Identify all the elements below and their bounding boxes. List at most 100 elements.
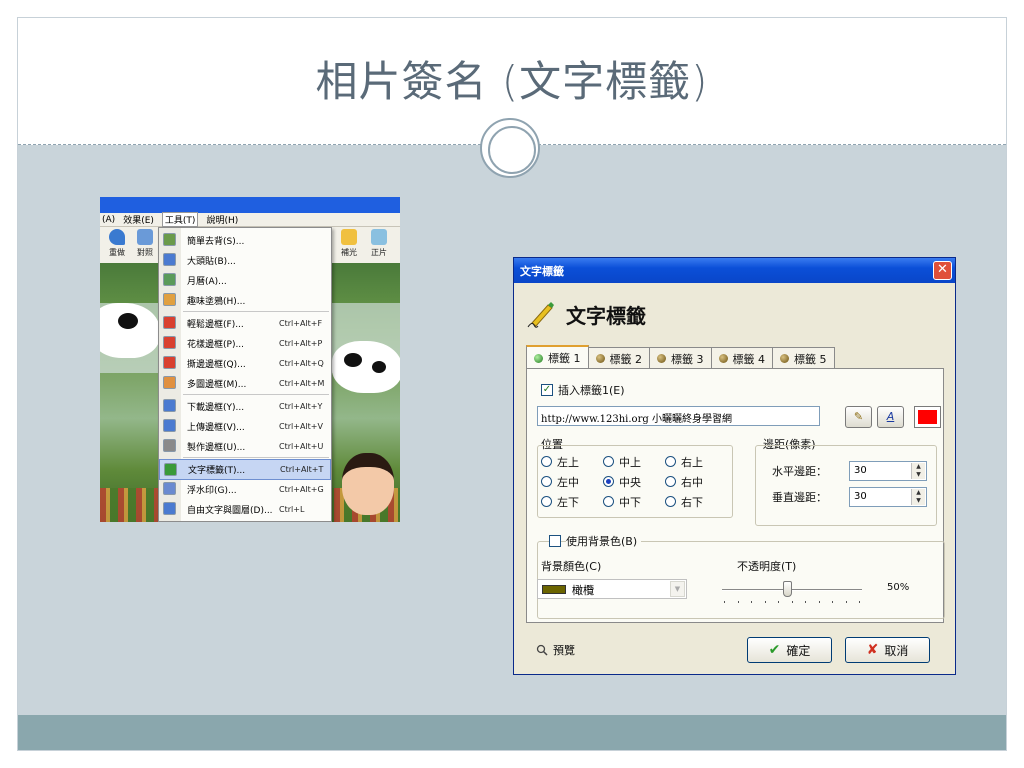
redo-button[interactable]: 重做 xyxy=(104,229,130,258)
font-button[interactable]: A xyxy=(877,406,904,428)
positive-film-button[interactable]: 正片 xyxy=(366,229,392,258)
dialog-window-title: 文字標籤 xyxy=(520,265,564,278)
tools-menu-item[interactable]: 自由文字與圖層(D)... Ctrl+L xyxy=(159,499,331,520)
tab-label-3[interactable]: 標籤 3 xyxy=(649,347,712,369)
menu-separator xyxy=(183,457,329,458)
tab-label-text: 標籤 3 xyxy=(671,352,704,366)
tab-label-4[interactable]: 標籤 4 xyxy=(710,347,773,369)
magnifier-icon xyxy=(536,644,548,656)
position-radio[interactable] xyxy=(665,496,676,507)
tab-dot-icon xyxy=(718,354,728,363)
position-radio-label: 左中 xyxy=(557,476,579,489)
dialog-titlebar: 文字標籤 ✕ xyxy=(514,258,955,283)
close-button[interactable]: ✕ xyxy=(933,261,952,280)
menu-item-effects[interactable]: 效果(E) xyxy=(123,213,154,226)
tab-label-5[interactable]: 標籤 5 xyxy=(772,347,835,369)
menu-item-label: 上傳邊框(V)... xyxy=(187,423,245,433)
tools-menu-item[interactable]: 多圖邊框(M)... Ctrl+Alt+M xyxy=(159,373,331,394)
tools-menu-item[interactable]: 下載邊框(Y)... Ctrl+Alt+Y xyxy=(159,396,331,417)
h-margin-spinner[interactable]: 30 ▲ ▼ xyxy=(849,461,927,481)
compare-button[interactable]: 對照 xyxy=(132,229,158,258)
compare-label: 對照 xyxy=(137,248,153,257)
text-color-button[interactable] xyxy=(914,406,941,428)
tools-menu-item[interactable]: 花樣邊框(P)... Ctrl+Alt+P xyxy=(159,333,331,354)
ok-button[interactable]: ✔ 確定 xyxy=(747,637,832,663)
menu-item-help[interactable]: 說明(H) xyxy=(206,213,238,226)
slide-title: 相片簽名 (文字標籤) xyxy=(315,57,709,106)
menu-screenshot: (A) 效果(E) 工具(T) 說明(H) 重做 對照 補光 正片 簡單去背(S… xyxy=(100,197,400,522)
menu-item-icon xyxy=(163,356,176,369)
tools-menu-item[interactable]: 大頭貼(B)... xyxy=(159,250,331,271)
label-text-input[interactable]: http://www.123hi.org 小曬曬終身學習網 xyxy=(537,406,820,426)
use-background-label: 使用背景色(B) xyxy=(566,533,642,549)
tab-label-2[interactable]: 標籤 2 xyxy=(587,347,650,369)
position-radio-label: 中央 xyxy=(619,476,641,489)
position-radio[interactable] xyxy=(603,496,614,507)
slider-tick xyxy=(805,601,806,603)
insert-label-text: 插入標籤1(E) xyxy=(558,384,625,397)
tools-menu-item[interactable]: 浮水印(G)... Ctrl+Alt+G xyxy=(159,479,331,500)
position-radio-label: 左下 xyxy=(557,496,579,509)
tools-menu-item[interactable]: 上傳邊框(V)... Ctrl+Alt+V xyxy=(159,416,331,437)
menu-item-icon xyxy=(164,463,177,476)
tools-menu-item[interactable]: 簡單去背(S)... xyxy=(159,230,331,251)
spinner-arrows-icon[interactable]: ▲ ▼ xyxy=(911,463,925,479)
dialog-header: 文字標籤 xyxy=(526,294,646,334)
position-radio[interactable] xyxy=(603,476,614,487)
cancel-x-icon: ✘ xyxy=(866,642,879,658)
position-radio-label: 右中 xyxy=(681,476,703,489)
tools-menu-item[interactable]: 趣味塗鴉(H)... xyxy=(159,290,331,311)
position-radio-label: 中上 xyxy=(619,456,641,469)
tab-label-1[interactable]: 標籤 1 xyxy=(526,345,589,369)
cancel-label: 取消 xyxy=(884,643,909,658)
v-margin-spinner[interactable]: 30 ▲ ▼ xyxy=(849,487,927,507)
check-icon: ✓ xyxy=(542,384,552,395)
position-radio-label: 右上 xyxy=(681,456,703,469)
footer-band xyxy=(18,715,1006,750)
spinner-arrows-icon[interactable]: ▲ ▼ xyxy=(911,489,925,505)
position-radio[interactable] xyxy=(665,456,676,467)
tools-menu-item[interactable]: 製作邊框(U)... Ctrl+Alt+U xyxy=(159,436,331,457)
position-radio[interactable] xyxy=(541,496,552,507)
menu-item-tools[interactable]: 工具(T) xyxy=(161,212,199,227)
tab-dot-icon xyxy=(534,353,543,363)
position-radio-label: 中下 xyxy=(619,496,641,509)
v-margin-label: 垂直邊距： xyxy=(772,491,827,504)
position-radio[interactable] xyxy=(541,456,552,467)
position-radio[interactable] xyxy=(541,476,552,487)
preview-button[interactable]: 預覽 xyxy=(536,642,575,658)
menu-item[interactable]: (A) xyxy=(102,215,115,225)
redo-label: 重做 xyxy=(109,248,125,257)
menu-item-label: 輕鬆邊框(F)... xyxy=(187,320,244,330)
cow-spot xyxy=(118,313,138,329)
fill-light-button[interactable]: 補光 xyxy=(336,229,362,258)
menu-item-icon xyxy=(163,482,176,495)
menu-item-shortcut: Ctrl+Alt+G xyxy=(279,485,324,494)
slider-tick xyxy=(764,601,766,603)
opacity-slider-thumb[interactable] xyxy=(783,581,792,597)
tab-label-text: 標籤 2 xyxy=(609,352,643,366)
position-radio[interactable] xyxy=(603,456,614,467)
insert-label-checkbox[interactable]: ✓ xyxy=(541,384,553,396)
chevron-down-icon: ▼ xyxy=(670,581,685,597)
label-tabs: 標籤 1 標籤 2 標籤 3 標籤 4 標籤 5 xyxy=(526,345,835,369)
cancel-button[interactable]: ✘ 取消 xyxy=(845,637,930,663)
tab-dot-icon xyxy=(780,354,789,363)
menu-item-shortcut: Ctrl+Alt+M xyxy=(279,379,325,388)
close-icon: ✕ xyxy=(937,262,948,277)
edit-text-button[interactable]: ✎ xyxy=(845,406,872,428)
position-radio[interactable] xyxy=(665,476,676,487)
ok-label: 確定 xyxy=(786,643,811,658)
dialog-heading: 文字標籤 xyxy=(566,303,646,328)
opacity-slider-track[interactable] xyxy=(722,589,862,591)
checkmark-icon: ✔ xyxy=(768,642,781,658)
tools-menu-item[interactable]: 文字標籤(T)... Ctrl+Alt+T xyxy=(159,459,331,480)
bg-color-select[interactable]: 橄欖 ▼ xyxy=(537,579,687,599)
use-background-checkbox[interactable] xyxy=(549,535,561,547)
menu-item-icon xyxy=(163,336,176,349)
slider-tick xyxy=(818,601,820,603)
tools-menu-item[interactable]: 撕邊邊框(Q)... Ctrl+Alt+Q xyxy=(159,353,331,374)
tools-menu-item[interactable]: 月曆(A)... xyxy=(159,270,331,291)
tools-menu-item[interactable]: 輕鬆邊框(F)... Ctrl+Alt+F xyxy=(159,313,331,334)
pencil-icon: ✎ xyxy=(853,410,864,423)
